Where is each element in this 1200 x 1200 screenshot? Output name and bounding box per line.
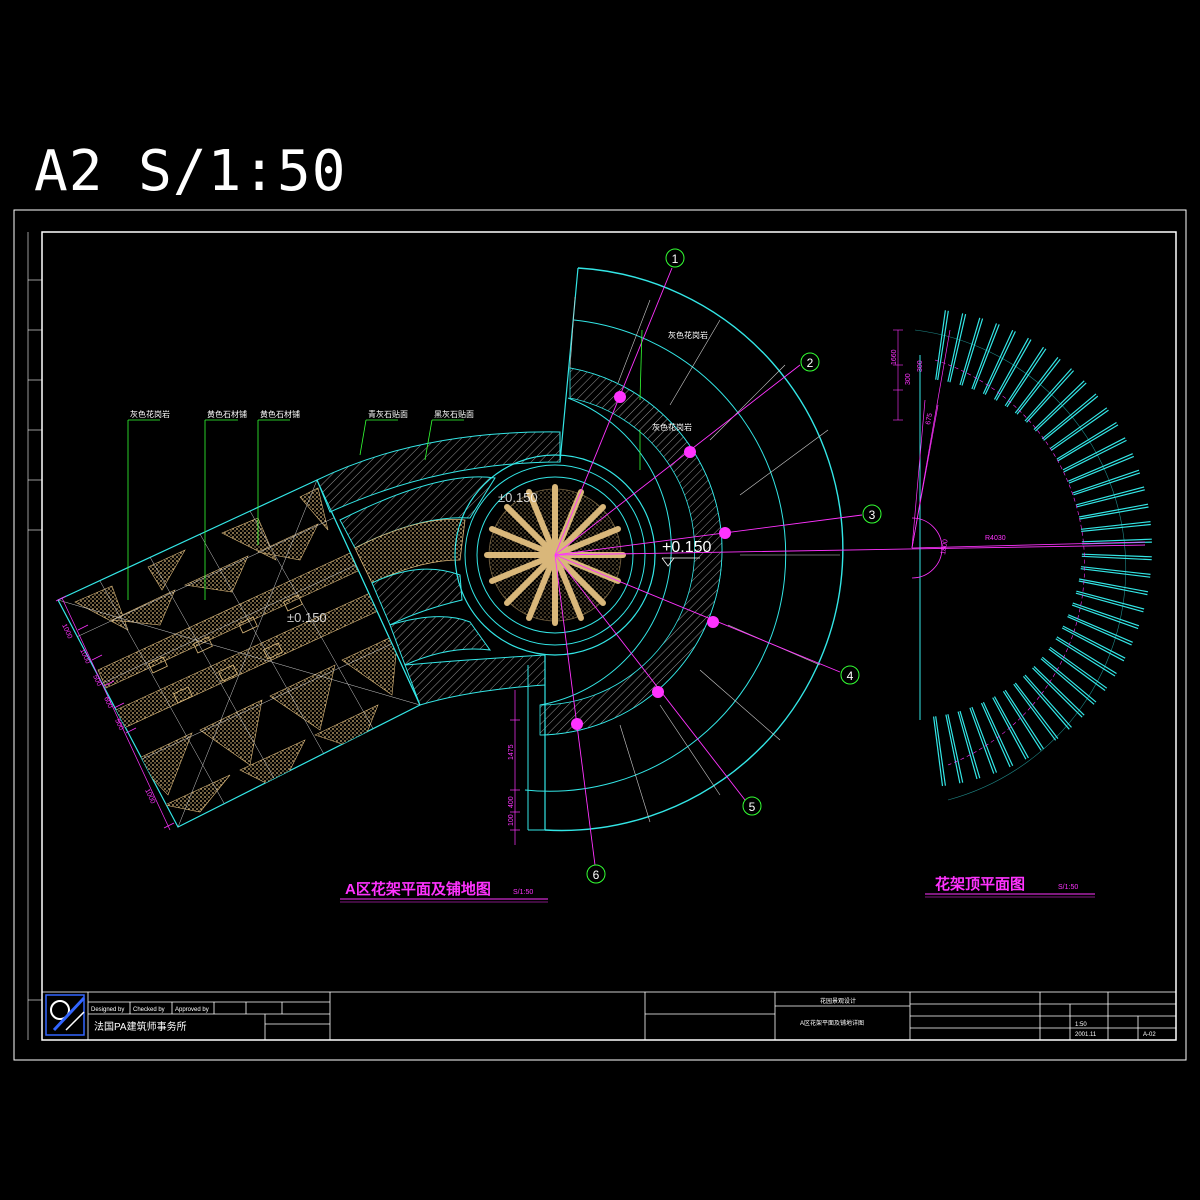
trellis-beam [1078, 580, 1148, 596]
trellis-beam [1081, 538, 1152, 543]
approved-by: Approved by [175, 1007, 209, 1013]
trellis-beam [1072, 469, 1140, 494]
trellis-beam [993, 337, 1029, 400]
trellis-beam [1076, 590, 1145, 610]
trellis-beam [1078, 578, 1149, 593]
revision-strip [27, 232, 42, 1040]
svg-text:1000: 1000 [78, 648, 91, 665]
leader-label-7: 灰色花岗岩 [652, 422, 692, 432]
dim-1: 1660 [891, 349, 898, 365]
trellis-beam [1067, 616, 1132, 646]
plan-a-scale: S/1:50 [513, 889, 533, 896]
dim-2: 300 [905, 373, 912, 385]
level-mark-main: +0.150 [662, 539, 711, 556]
trellis-beam [1079, 506, 1149, 520]
checked-by: Checked by [133, 1007, 165, 1013]
trellis-beam [1061, 627, 1125, 662]
svg-text:600: 600 [102, 696, 113, 710]
drawing-name: A区花架平面及铺地详图 [800, 1019, 864, 1027]
grid-label-3: 3 [869, 508, 876, 522]
trellis-beam [1078, 503, 1149, 518]
trellis-beam [935, 310, 946, 380]
date-value: 2001.11 [1075, 1032, 1097, 1038]
trellis-beam [947, 714, 964, 783]
dim-3: 300 [917, 360, 924, 372]
trellis-beam [980, 702, 1011, 768]
firm-logo [45, 994, 86, 1036]
trellis-beam [957, 711, 978, 780]
circular-plaza: 1475 400 100 [454, 267, 1146, 866]
dim-4: 675 [925, 413, 934, 426]
grid-label-6: 6 [593, 868, 600, 882]
firm-name: 法国PA建筑师事务所 [94, 1020, 187, 1033]
leader-label-4: 青灰石贴面 [368, 409, 408, 419]
trellis-beam [1072, 602, 1140, 627]
leader-label-3: 黄色石材铺 [260, 409, 300, 419]
leader-label-2: 黄色石材铺 [207, 409, 247, 419]
grid-label-2: 2 [807, 356, 814, 370]
trellis-beam [1076, 486, 1145, 506]
plan-a: 1000 1000 500 600 500 1000 1475 400 100 … [55, 248, 1146, 903]
trellis-beam [1068, 455, 1135, 484]
trellis-beam [1062, 625, 1126, 659]
trellis-beam [1063, 439, 1127, 473]
designed-by: Designed by [91, 1007, 124, 1013]
trellis-beam [945, 714, 961, 784]
svg-text:400: 400 [508, 796, 515, 808]
trellis-beam [1075, 592, 1144, 613]
trellis-beam [1062, 437, 1126, 471]
level-mark-center: ±0.150 [498, 490, 538, 505]
dim-5: 1800 [940, 539, 950, 556]
scale-value: 1:50 [1075, 1022, 1087, 1028]
trellis-beam [1068, 453, 1133, 482]
cad-drawing: 1000 1000 500 600 500 1000 1475 400 100 … [13, 209, 1187, 1061]
trellis-beam [1073, 472, 1141, 496]
trellis-beam [995, 339, 1032, 401]
svg-text:1475: 1475 [508, 744, 515, 760]
grid-label-1: 1 [672, 252, 679, 266]
radius-label: R4030 [985, 535, 1006, 542]
trellis-beam [993, 696, 1029, 759]
grid-label-4: 4 [847, 669, 854, 683]
leader-label-6: 灰色花岗岩 [668, 330, 708, 340]
title-block [41, 991, 1177, 1041]
level-mark-path: ±0.150 [287, 610, 327, 625]
trellis-beam [1076, 489, 1145, 508]
trellis-beam [1002, 690, 1042, 751]
plan-b-title: 花架顶平面图 [935, 875, 1025, 893]
svg-text:100: 100 [508, 814, 515, 826]
plan-b-scale: S/1:50 [1058, 884, 1078, 891]
trellis-beam [1004, 346, 1045, 407]
grid-label-5: 5 [749, 800, 756, 814]
svg-text:1000: 1000 [143, 788, 156, 805]
plan-b: R4030 1660 300 300 675 1800 花架顶平面图 S/1:5… [891, 310, 1152, 898]
trellis-beam [1057, 424, 1119, 462]
leader-label-1: 灰色花岗岩 [130, 409, 170, 419]
trellis-beam [1071, 604, 1139, 630]
trellis-beam [947, 313, 964, 382]
grid-bubbles [586, 248, 882, 884]
project-name: 花园景观设计 [820, 997, 856, 1005]
trellis-beam [1056, 636, 1117, 675]
leader-label-5: 黑灰石贴面 [434, 409, 474, 419]
plan-a-title: A区花架平面及铺地图 [345, 880, 491, 898]
drawing-number: A-02 [1143, 1032, 1156, 1038]
